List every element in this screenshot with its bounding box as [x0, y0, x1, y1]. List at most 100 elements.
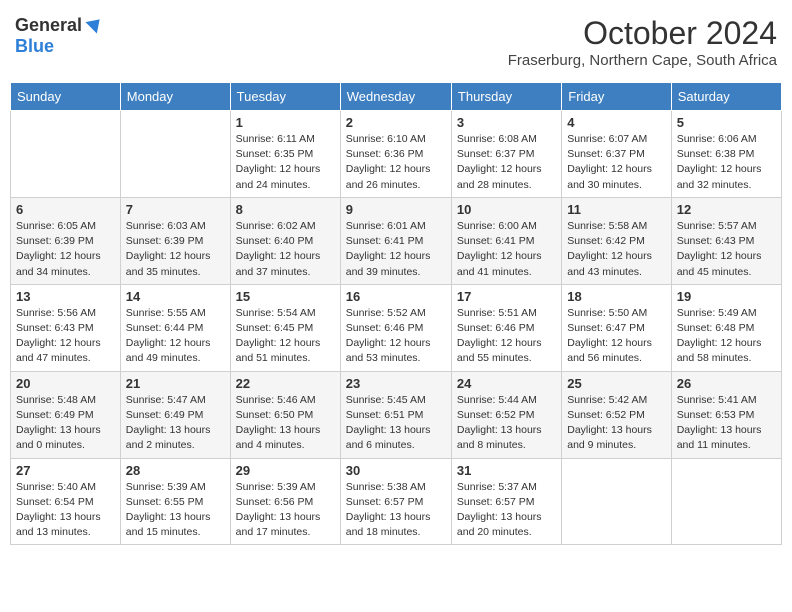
day-info: Sunrise: 5:51 AM Sunset: 6:46 PM Dayligh… — [457, 306, 556, 367]
month-title: October 2024 — [508, 15, 777, 52]
calendar-week-row: 13 Sunrise: 5:56 AM Sunset: 6:43 PM Dayli… — [11, 284, 782, 371]
calendar-cell: 18 Sunrise: 5:50 AM Sunset: 6:47 PM Dayli… — [562, 284, 671, 371]
calendar-cell: 10 Sunrise: 6:00 AM Sunset: 6:41 PM Dayli… — [451, 197, 561, 284]
day-info: Sunrise: 6:03 AM Sunset: 6:39 PM Dayligh… — [126, 219, 225, 280]
day-number: 19 — [677, 289, 776, 304]
calendar-cell: 30 Sunrise: 5:38 AM Sunset: 6:57 PM Dayli… — [340, 458, 451, 545]
day-number: 12 — [677, 202, 776, 217]
day-number: 7 — [126, 202, 225, 217]
calendar-cell: 29 Sunrise: 5:39 AM Sunset: 6:56 PM Dayli… — [230, 458, 340, 545]
day-number: 21 — [126, 376, 225, 391]
day-number: 9 — [346, 202, 446, 217]
day-info: Sunrise: 5:49 AM Sunset: 6:48 PM Dayligh… — [677, 306, 776, 367]
calendar-cell: 9 Sunrise: 6:01 AM Sunset: 6:41 PM Daylig… — [340, 197, 451, 284]
calendar-cell: 13 Sunrise: 5:56 AM Sunset: 6:43 PM Dayli… — [11, 284, 121, 371]
day-info: Sunrise: 5:39 AM Sunset: 6:55 PM Dayligh… — [126, 480, 225, 541]
calendar-cell: 19 Sunrise: 5:49 AM Sunset: 6:48 PM Dayli… — [671, 284, 781, 371]
day-number: 2 — [346, 115, 446, 130]
day-info: Sunrise: 6:07 AM Sunset: 6:37 PM Dayligh… — [567, 132, 665, 193]
day-info: Sunrise: 5:38 AM Sunset: 6:57 PM Dayligh… — [346, 480, 446, 541]
calendar-week-row: 1Sunrise: 6:11 AM Sunset: 6:35 PM Daylig… — [11, 111, 782, 198]
day-number: 5 — [677, 115, 776, 130]
day-info: Sunrise: 5:39 AM Sunset: 6:56 PM Dayligh… — [236, 480, 335, 541]
day-info: Sunrise: 5:37 AM Sunset: 6:57 PM Dayligh… — [457, 480, 556, 541]
day-info: Sunrise: 5:57 AM Sunset: 6:43 PM Dayligh… — [677, 219, 776, 280]
calendar-cell: 11Sunrise: 5:58 AM Sunset: 6:42 PM Dayli… — [562, 197, 671, 284]
calendar-cell: 12 Sunrise: 5:57 AM Sunset: 6:43 PM Dayli… — [671, 197, 781, 284]
calendar-week-row: 6Sunrise: 6:05 AM Sunset: 6:39 PM Daylig… — [11, 197, 782, 284]
calendar-cell: 31 Sunrise: 5:37 AM Sunset: 6:57 PM Dayli… — [451, 458, 561, 545]
weekday-header: Sunday — [11, 83, 121, 111]
day-number: 14 — [126, 289, 225, 304]
calendar-cell — [120, 111, 230, 198]
logo-general-text: General — [15, 15, 82, 36]
calendar-cell: 2 Sunrise: 6:10 AM Sunset: 6:36 PM Daylig… — [340, 111, 451, 198]
calendar-cell: 25Sunrise: 5:42 AM Sunset: 6:52 PM Dayli… — [562, 371, 671, 458]
day-number: 31 — [457, 463, 556, 478]
page-header: General Blue October 2024 Fraserburg, No… — [10, 10, 782, 74]
day-info: Sunrise: 5:40 AM Sunset: 6:54 PM Dayligh… — [16, 480, 115, 541]
day-number: 29 — [236, 463, 335, 478]
day-number: 8 — [236, 202, 335, 217]
day-info: Sunrise: 5:48 AM Sunset: 6:49 PM Dayligh… — [16, 393, 115, 454]
location-title: Fraserburg, Northern Cape, South Africa — [508, 52, 777, 69]
calendar-cell: 23 Sunrise: 5:45 AM Sunset: 6:51 PM Dayli… — [340, 371, 451, 458]
day-number: 16 — [346, 289, 446, 304]
calendar-cell: 15 Sunrise: 5:54 AM Sunset: 6:45 PM Dayli… — [230, 284, 340, 371]
day-info: Sunrise: 6:05 AM Sunset: 6:39 PM Dayligh… — [16, 219, 115, 280]
day-number: 26 — [677, 376, 776, 391]
calendar-cell: 3Sunrise: 6:08 AM Sunset: 6:37 PM Daylig… — [451, 111, 561, 198]
logo-blue-text: Blue — [15, 36, 54, 57]
calendar-cell: 22 Sunrise: 5:46 AM Sunset: 6:50 PM Dayli… — [230, 371, 340, 458]
day-number: 24 — [457, 376, 556, 391]
day-number: 23 — [346, 376, 446, 391]
calendar-cell: 20 Sunrise: 5:48 AM Sunset: 6:49 PM Dayli… — [11, 371, 121, 458]
day-number: 27 — [16, 463, 115, 478]
calendar-cell: 17 Sunrise: 5:51 AM Sunset: 6:46 PM Dayli… — [451, 284, 561, 371]
calendar-cell: 8 Sunrise: 6:02 AM Sunset: 6:40 PM Daylig… — [230, 197, 340, 284]
day-info: Sunrise: 5:47 AM Sunset: 6:49 PM Dayligh… — [126, 393, 225, 454]
day-info: Sunrise: 6:10 AM Sunset: 6:36 PM Dayligh… — [346, 132, 446, 193]
calendar-cell: 24 Sunrise: 5:44 AM Sunset: 6:52 PM Dayli… — [451, 371, 561, 458]
day-number: 28 — [126, 463, 225, 478]
day-number: 17 — [457, 289, 556, 304]
calendar-cell: 7 Sunrise: 6:03 AM Sunset: 6:39 PM Daylig… — [120, 197, 230, 284]
day-info: Sunrise: 6:01 AM Sunset: 6:41 PM Dayligh… — [346, 219, 446, 280]
weekday-header: Thursday — [451, 83, 561, 111]
calendar-week-row: 27 Sunrise: 5:40 AM Sunset: 6:54 PM Dayli… — [11, 458, 782, 545]
day-number: 25 — [567, 376, 665, 391]
day-number: 1 — [236, 115, 335, 130]
title-section: October 2024 Fraserburg, Northern Cape, … — [508, 15, 777, 69]
calendar-cell: 1Sunrise: 6:11 AM Sunset: 6:35 PM Daylig… — [230, 111, 340, 198]
day-number: 15 — [236, 289, 335, 304]
day-info: Sunrise: 5:45 AM Sunset: 6:51 PM Dayligh… — [346, 393, 446, 454]
calendar-cell: 26 Sunrise: 5:41 AM Sunset: 6:53 PM Dayli… — [671, 371, 781, 458]
day-number: 30 — [346, 463, 446, 478]
calendar-cell — [562, 458, 671, 545]
calendar-cell: 5 Sunrise: 6:06 AM Sunset: 6:38 PM Daylig… — [671, 111, 781, 198]
day-number: 10 — [457, 202, 556, 217]
weekday-header: Saturday — [671, 83, 781, 111]
calendar-cell: 27 Sunrise: 5:40 AM Sunset: 6:54 PM Dayli… — [11, 458, 121, 545]
calendar-cell: 4 Sunrise: 6:07 AM Sunset: 6:37 PM Daylig… — [562, 111, 671, 198]
day-info: Sunrise: 5:44 AM Sunset: 6:52 PM Dayligh… — [457, 393, 556, 454]
day-number: 22 — [236, 376, 335, 391]
calendar-table: SundayMondayTuesdayWednesdayThursdayFrid… — [10, 82, 782, 545]
weekday-header: Tuesday — [230, 83, 340, 111]
day-info: Sunrise: 5:41 AM Sunset: 6:53 PM Dayligh… — [677, 393, 776, 454]
calendar-week-row: 20 Sunrise: 5:48 AM Sunset: 6:49 PM Dayli… — [11, 371, 782, 458]
day-info: Sunrise: 5:52 AM Sunset: 6:46 PM Dayligh… — [346, 306, 446, 367]
day-info: Sunrise: 5:54 AM Sunset: 6:45 PM Dayligh… — [236, 306, 335, 367]
calendar-cell — [11, 111, 121, 198]
day-number: 4 — [567, 115, 665, 130]
day-number: 18 — [567, 289, 665, 304]
day-info: Sunrise: 6:06 AM Sunset: 6:38 PM Dayligh… — [677, 132, 776, 193]
day-info: Sunrise: 5:50 AM Sunset: 6:47 PM Dayligh… — [567, 306, 665, 367]
day-info: Sunrise: 6:02 AM Sunset: 6:40 PM Dayligh… — [236, 219, 335, 280]
calendar-cell: 28 Sunrise: 5:39 AM Sunset: 6:55 PM Dayli… — [120, 458, 230, 545]
day-info: Sunrise: 6:00 AM Sunset: 6:41 PM Dayligh… — [457, 219, 556, 280]
day-info: Sunrise: 5:56 AM Sunset: 6:43 PM Dayligh… — [16, 306, 115, 367]
day-number: 13 — [16, 289, 115, 304]
day-info: Sunrise: 5:46 AM Sunset: 6:50 PM Dayligh… — [236, 393, 335, 454]
day-number: 20 — [16, 376, 115, 391]
